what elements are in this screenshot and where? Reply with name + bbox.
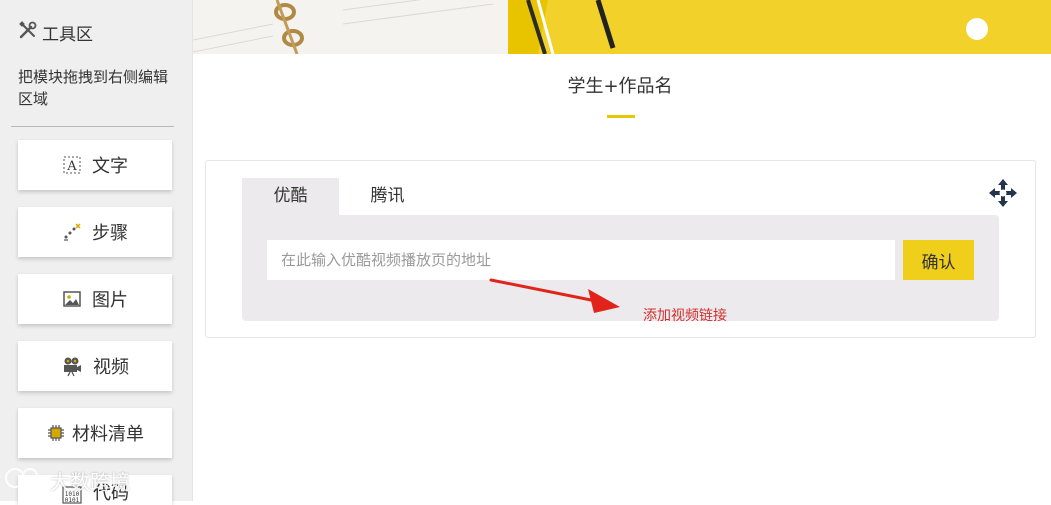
tool-video-label: 视频: [93, 357, 129, 378]
tool-sidebar: 工具区 把模块拖拽到右侧编辑区域 A 文字 步骤 图片 视频 材料清单 1010…: [0, 0, 193, 505]
tool-steps[interactable]: 步骤: [18, 207, 172, 257]
watermark: 大数跨境: [4, 465, 130, 496]
video-source-tabs: 优酷 腾讯: [242, 178, 436, 215]
tool-image[interactable]: 图片: [18, 274, 172, 324]
text-icon: A: [62, 155, 82, 175]
watermark-text: 大数跨境: [50, 470, 130, 494]
tool-text[interactable]: A 文字: [18, 140, 172, 190]
watermark-logo-icon: [4, 465, 50, 496]
tool-materials[interactable]: 材料清单: [18, 408, 172, 458]
svg-text:A: A: [66, 159, 77, 174]
tools-icon: [18, 20, 42, 45]
tool-image-label: 图片: [92, 290, 128, 311]
annotation-arrow-icon: [488, 275, 628, 319]
tool-steps-label: 步骤: [92, 223, 128, 244]
tool-materials-label: 材料清单: [72, 424, 144, 445]
toolbox-header: 工具区: [18, 20, 93, 45]
toolbox-description: 把模块拖拽到右侧编辑区域: [18, 68, 169, 108]
image-icon: [62, 289, 82, 309]
video-camera-icon: [61, 355, 83, 377]
confirm-button[interactable]: 确认: [903, 240, 974, 280]
title-underline: [607, 115, 635, 118]
tab-youku[interactable]: 优酷: [242, 178, 339, 215]
toolbox-title: 工具区: [42, 25, 93, 45]
steps-icon: [62, 222, 82, 242]
video-url-input[interactable]: [267, 240, 895, 280]
header-banner: [193, 0, 1051, 54]
tab-tencent[interactable]: 腾讯: [339, 178, 436, 215]
move-icon[interactable]: [987, 177, 1019, 213]
divider: [11, 126, 174, 127]
page-title[interactable]: 学生+作品名: [540, 72, 700, 98]
tool-video[interactable]: 视频: [18, 341, 172, 391]
tool-text-label: 文字: [92, 156, 128, 177]
annotation-text: 添加视频链接: [643, 308, 727, 324]
chip-icon: [46, 423, 66, 443]
